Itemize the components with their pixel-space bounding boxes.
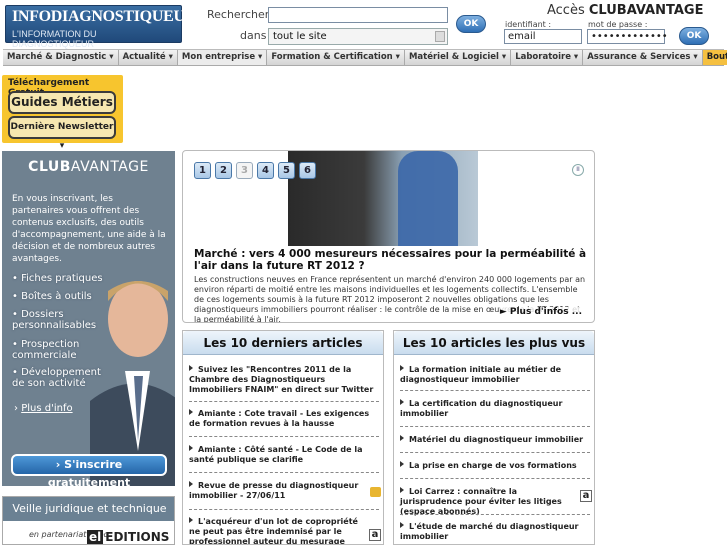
nav-laboratoire[interactable]: Laboratoire ▾: [511, 50, 584, 65]
latest-title: Les 10 derniers articles: [183, 331, 383, 355]
free-download-box: Téléchargement Gratuit Guides Métiers ▾ …: [2, 75, 123, 151]
nav-marche-diagnostic[interactable]: Marché & Diagnostic ▾: [3, 50, 119, 65]
club-login-title: Accès CLUBAVANTAGE: [547, 3, 704, 18]
veille-box: Veille juridique et technique en partena…: [2, 496, 175, 545]
nav-boutique[interactable]: Boutique ▾: [702, 50, 727, 65]
slide-number-5[interactable]: 5: [278, 162, 295, 179]
bullet-icon: [400, 365, 404, 371]
bullet-icon: [189, 445, 193, 451]
most-viewed-articles: Les 10 articles les plus vus La formatio…: [393, 330, 595, 545]
email-field[interactable]: email: [504, 29, 582, 44]
feature-developpement: • Développement de son activité: [12, 367, 101, 389]
slide-number-2[interactable]: 2: [215, 162, 232, 179]
bullet-icon: [189, 517, 193, 523]
list-item[interactable]: La prise en charge de vos formations: [400, 461, 590, 471]
slide-title[interactable]: Marché : vers 4 000 mesureurs nécessaire…: [194, 248, 589, 272]
login-ok-button[interactable]: OK: [679, 27, 709, 45]
site-logo[interactable]: INFODIAGNOSTIQUEUR.COM L'INFORMATION DU …: [5, 5, 238, 49]
bullet-icon: [400, 399, 404, 405]
scope-label: dans: [240, 29, 267, 42]
bullet-icon: [400, 522, 404, 528]
list-item[interactable]: Revue de presse du diagnostiqueur immobi…: [189, 481, 359, 501]
slide-number-3[interactable]: 3: [236, 162, 253, 179]
logo-tagline: L'INFORMATION DU DIAGNOSTIQUEUR: [12, 29, 97, 49]
feature-fiches: • Fiches pratiques: [12, 273, 103, 284]
nav-assurance[interactable]: Assurance & Services ▾: [583, 50, 703, 65]
feature-boites: • Boîtes à outils: [12, 291, 92, 302]
editions-logo: el EDITIONS: [87, 530, 170, 544]
list-item[interactable]: La formation initiale au métier de diagn…: [400, 365, 590, 385]
search-ok-button[interactable]: OK: [456, 15, 486, 33]
password-field[interactable]: •••••••••••••: [587, 29, 668, 44]
pause-icon[interactable]: II: [572, 164, 584, 176]
list-item[interactable]: Amiante : Côté santé - Le Code de la san…: [189, 445, 379, 465]
list-item[interactable]: La certification du diagnostiqueur immob…: [400, 399, 590, 419]
club-more-link[interactable]: › Plus d'info: [14, 403, 73, 414]
subscriber-badge-icon: a: [580, 490, 592, 502]
slide-more-link[interactable]: ► Plus d'infos ...: [499, 307, 582, 317]
guides-metiers-button[interactable]: Guides Métiers ▾: [8, 91, 116, 128]
featured-slideshow: 1 2 3 4 5 6 II Marché : vers 4 000 mesur…: [182, 150, 595, 323]
bullet-icon: [400, 461, 404, 467]
site-header: INFODIAGNOSTIQUEUR.COM L'INFORMATION DU …: [0, 0, 727, 49]
latest-articles: Les 10 derniers articles Suivez les "Ren…: [182, 330, 384, 545]
logo-title: INFODIAGNOSTIQUEUR.COM: [12, 8, 238, 25]
id-label: identifiant :: [505, 20, 552, 29]
bullet-icon: [400, 435, 404, 441]
veille-title[interactable]: Veille juridique et technique: [3, 497, 174, 521]
feature-prospection: • Prospection commerciale: [12, 339, 80, 361]
list-item[interactable]: Loi Carrez : connaître la jurisprudence …: [400, 487, 572, 517]
lock-icon: [370, 487, 381, 497]
nav-formation[interactable]: Formation & Certification ▾: [267, 50, 405, 65]
scope-value: tout le site: [273, 31, 327, 42]
club-intro: En vous inscrivant, les partenaires vous…: [12, 194, 166, 264]
list-item[interactable]: Suivez les "Rencontres 2011 de la Chambr…: [189, 365, 379, 395]
chevron-down-icon: [435, 31, 445, 42]
slide-number-6[interactable]: 6: [299, 162, 316, 179]
nav-mon-entreprise[interactable]: Mon entreprise ▾: [177, 50, 268, 65]
list-item[interactable]: Amiante : Cote travail - Les exigences d…: [189, 409, 379, 429]
feature-dossiers: • Dossiers personnalisables: [12, 309, 97, 331]
pwd-label: mot de passe :: [588, 20, 648, 29]
bullet-icon: [189, 409, 193, 415]
bullet-icon: [189, 365, 193, 371]
subscriber-badge-icon: a: [369, 529, 381, 541]
newsletter-button[interactable]: Dernière Newsletter ▾: [8, 116, 116, 151]
list-item[interactable]: L'acquéreur d'un lot de copropriété ne p…: [189, 517, 359, 544]
most-viewed-title: Les 10 articles les plus vus: [394, 331, 594, 355]
slide-photo: [288, 151, 478, 246]
club-title: CLUBAVANTAGE: [28, 159, 149, 175]
bullet-icon: [189, 481, 193, 487]
search-label: Rechercher: [207, 8, 270, 21]
slide-number-1[interactable]: 1: [194, 162, 211, 179]
nav-actualite[interactable]: Actualité ▾: [118, 50, 178, 65]
slide-number-4[interactable]: 4: [257, 162, 274, 179]
search-input[interactable]: [268, 7, 448, 23]
main-nav: Marché & Diagnostic ▾ Actualité ▾ Mon en…: [3, 49, 727, 66]
list-item[interactable]: Matériel du diagnostiqueur immobilier: [400, 435, 590, 445]
bullet-icon: [400, 487, 404, 493]
register-button[interactable]: › S'inscrire gratuitement: [11, 454, 167, 486]
clubavantage-panel: CLUBAVANTAGE En vous inscrivant, les par…: [2, 151, 175, 486]
list-item[interactable]: L'étude de marché du diagnostiqueur immo…: [400, 522, 590, 542]
scope-select[interactable]: tout le site: [268, 28, 448, 45]
nav-materiel[interactable]: Matériel & Logiciel ▾: [404, 50, 512, 65]
